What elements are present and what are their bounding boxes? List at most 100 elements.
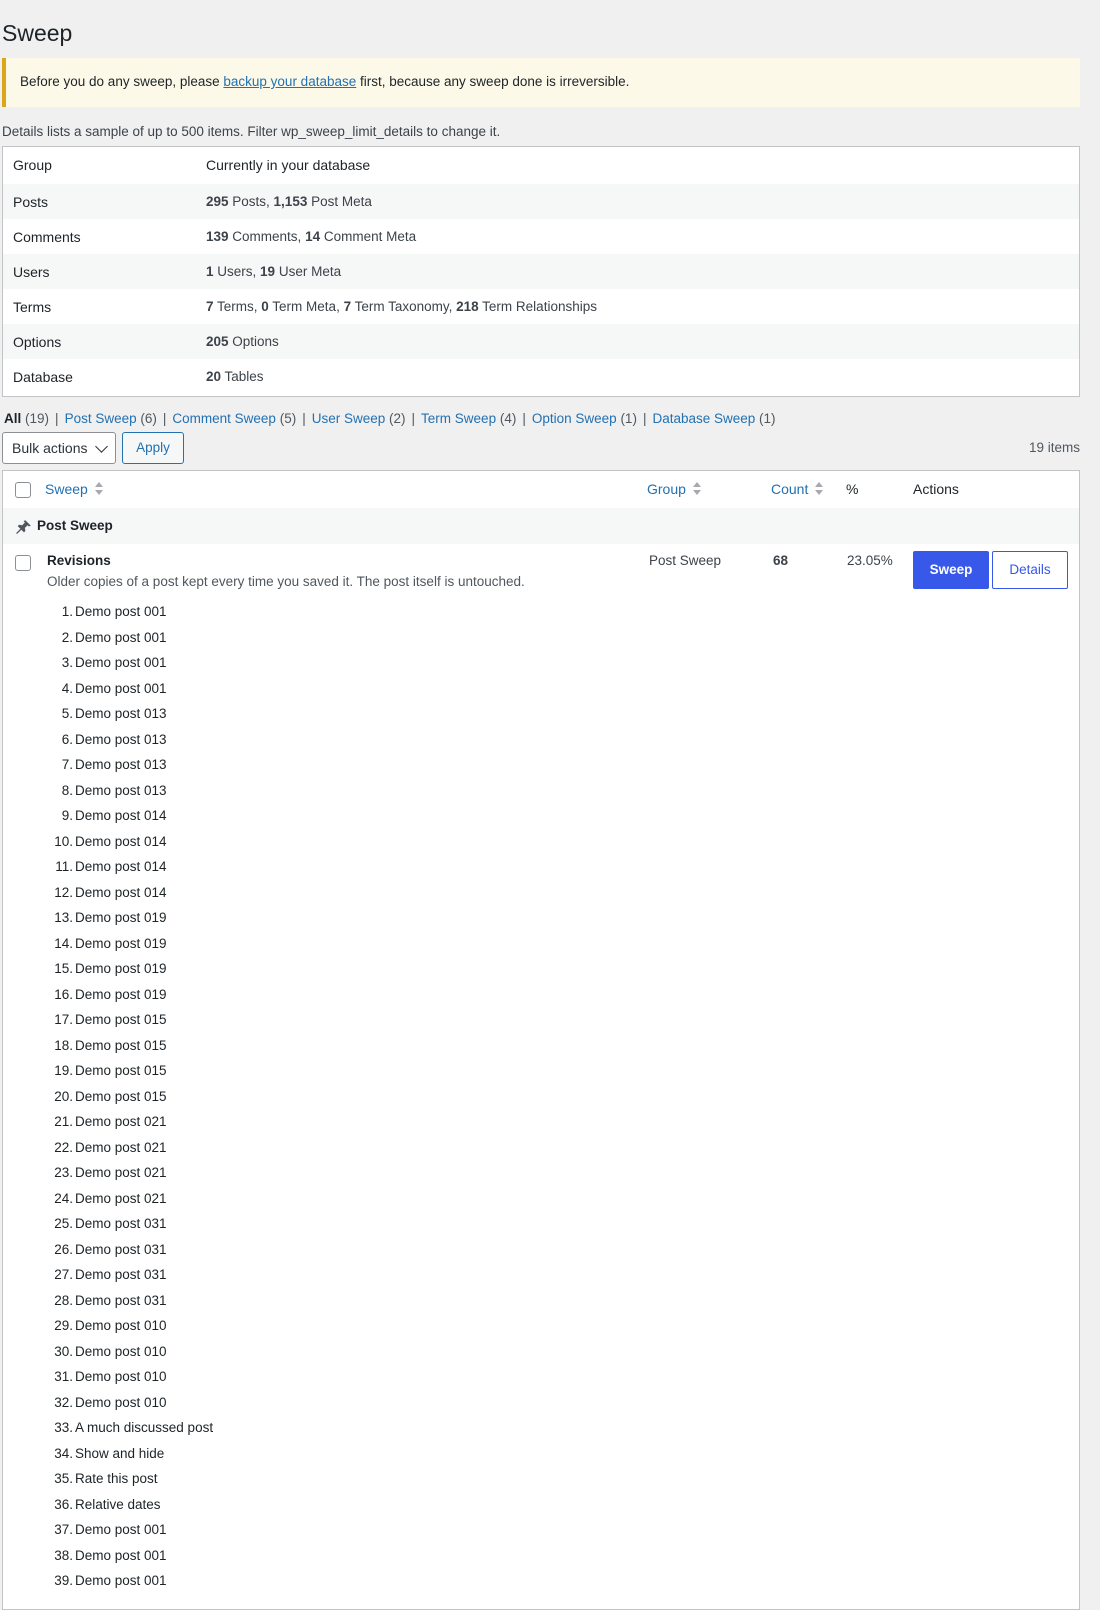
list-item: 29. Demo post 010	[47, 1317, 213, 1343]
filter-database-sweep[interactable]: Database Sweep	[652, 411, 755, 426]
filter-count: (2)	[389, 411, 406, 426]
list-item: 17. Demo post 015	[47, 1011, 213, 1037]
bulk-actions-select[interactable]: Bulk actions	[2, 432, 116, 464]
list-item-number: 24.	[54, 1190, 73, 1206]
list-item-number: 28.	[54, 1292, 73, 1308]
summary-count-value: 205	[206, 334, 229, 349]
column-count-sort[interactable]: Count	[771, 481, 824, 497]
summary-row: Options 205 Options	[3, 324, 1079, 359]
summary-counts: 295 Posts, 1,153 Post Meta	[206, 194, 372, 209]
list-item-number: 19.	[54, 1063, 73, 1078]
list-item-title: Demo post 013	[75, 706, 167, 721]
sweep-count-cell: 68	[773, 553, 789, 568]
summary-counts: 7 Terms, 0 Term Meta, 7 Term Taxonomy, 2…	[206, 299, 597, 314]
list-item-number: 18.	[54, 1037, 73, 1053]
column-sweep-label: Sweep	[45, 481, 88, 497]
list-item: 36. Relative dates	[47, 1496, 213, 1522]
list-item: 31. Demo post 010	[47, 1368, 213, 1394]
list-item: 23. Demo post 021	[47, 1164, 213, 1190]
list-item-number: 26.	[54, 1241, 73, 1257]
summary-count-value: 1	[206, 264, 214, 279]
summary-count-label: User Meta	[275, 264, 342, 279]
list-item-title: Demo post 021	[75, 1114, 167, 1129]
notice-text-after: first, because any sweep done is irrever…	[356, 74, 630, 89]
list-item-title: Demo post 014	[75, 808, 167, 823]
group-heading-label: Post Sweep	[37, 518, 113, 533]
filter-separator: |	[302, 411, 306, 426]
list-item-number: 34.	[54, 1445, 73, 1461]
summary-group-name: Terms	[13, 299, 52, 315]
summary-count-value: 295	[206, 194, 229, 209]
list-item-title: Demo post 010	[75, 1394, 167, 1410]
list-item-title: Demo post 014	[75, 884, 167, 900]
list-item-title: Demo post 019	[75, 910, 167, 925]
list-item: 1. Demo post 001	[47, 603, 213, 629]
list-item-title: Demo post 010	[75, 1318, 167, 1333]
filter-separator: |	[642, 411, 647, 426]
list-item: 16. Demo post 019	[47, 986, 213, 1012]
summary-counts: 139 Comments, 14 Comment Meta	[206, 229, 416, 244]
filter-count: (5)	[279, 411, 297, 426]
summary-count-value: 0	[261, 299, 269, 314]
details-button[interactable]: Details	[992, 551, 1068, 589]
sweep-button[interactable]: Sweep	[913, 551, 989, 589]
filter-comment-sweep[interactable]: Comment Sweep	[172, 411, 276, 426]
list-item-number: 5.	[61, 706, 73, 721]
list-item-number: 36.	[54, 1496, 73, 1512]
summary-count-label: Options	[228, 334, 279, 349]
filter-count: (1)	[759, 411, 776, 426]
filter-count: (19)	[25, 411, 50, 426]
filter-term-sweep[interactable]: Term Sweep	[421, 411, 496, 426]
row-checkbox-revisions[interactable]	[15, 555, 31, 571]
sweep-description: Older copies of a post kept every time y…	[47, 574, 525, 589]
list-item-number: 6.	[61, 731, 73, 747]
column-sweep-sort[interactable]: Sweep	[45, 481, 103, 497]
summary-count-value: 7	[343, 299, 352, 314]
list-item-number: 9.	[61, 808, 73, 823]
summary-header-group: Group	[13, 157, 52, 173]
backup-database-link[interactable]: backup your database	[223, 74, 356, 89]
filter-all[interactable]: All	[4, 411, 21, 426]
sweep-filter-links: All (19) | Post Sweep (6) | Comment Sweep (5…	[4, 411, 776, 426]
filter-post-sweep[interactable]: Post Sweep	[65, 411, 137, 426]
summary-group-name: Users	[13, 264, 50, 280]
column-group-sort[interactable]: Group	[647, 481, 701, 497]
list-item-title: Demo post 013	[75, 782, 167, 798]
list-item-number: 21.	[54, 1114, 73, 1129]
list-item: 8. Demo post 013	[47, 782, 213, 808]
summary-count-label: Users,	[213, 264, 261, 279]
list-item: 27. Demo post 031	[47, 1266, 213, 1292]
table-header-row: Sweep Group Count % Actions	[3, 471, 1079, 509]
list-item: 12. Demo post 014	[47, 884, 213, 910]
list-item: 7. Demo post 013	[47, 756, 213, 782]
list-item-number: 10.	[54, 833, 73, 849]
filter-user-sweep[interactable]: User Sweep	[312, 411, 386, 426]
list-item-number: 1.	[61, 604, 73, 619]
filter-count: (1)	[620, 411, 637, 426]
list-item-number: 2.	[61, 629, 73, 645]
database-summary-table: Group Currently in your database Posts 29…	[2, 146, 1080, 397]
list-item: 19. Demo post 015	[47, 1062, 213, 1088]
apply-button[interactable]: Apply	[122, 432, 184, 464]
list-item-title: Demo post 015	[75, 1063, 167, 1078]
list-item: 28. Demo post 031	[47, 1292, 213, 1318]
summary-count-value: 139	[206, 229, 229, 244]
list-item-title: Demo post 010	[75, 1369, 167, 1384]
list-item-title: Demo post 001	[75, 1522, 167, 1537]
summary-counts: 1 Users, 19 User Meta	[206, 264, 341, 279]
filter-option-sweep[interactable]: Option Sweep	[532, 411, 617, 426]
summary-row: Database 20 Tables	[3, 359, 1079, 394]
list-item-title: Demo post 031	[75, 1292, 167, 1308]
summary-group-name: Comments	[13, 229, 81, 245]
sort-arrows-icon	[815, 482, 824, 496]
summary-row: Posts 295 Posts, 1,153 Post Meta	[3, 184, 1079, 219]
list-item-number: 14.	[54, 935, 73, 951]
list-item: 5. Demo post 013	[47, 705, 213, 731]
list-item-number: 17.	[54, 1012, 73, 1027]
filter-separator: |	[162, 411, 167, 426]
list-item: 33. A much discussed post	[47, 1419, 213, 1445]
list-item-number: 4.	[61, 680, 73, 696]
list-item-number: 39.	[54, 1573, 73, 1588]
select-all-checkbox[interactable]	[15, 482, 31, 498]
list-item: 6. Demo post 013	[47, 731, 213, 757]
